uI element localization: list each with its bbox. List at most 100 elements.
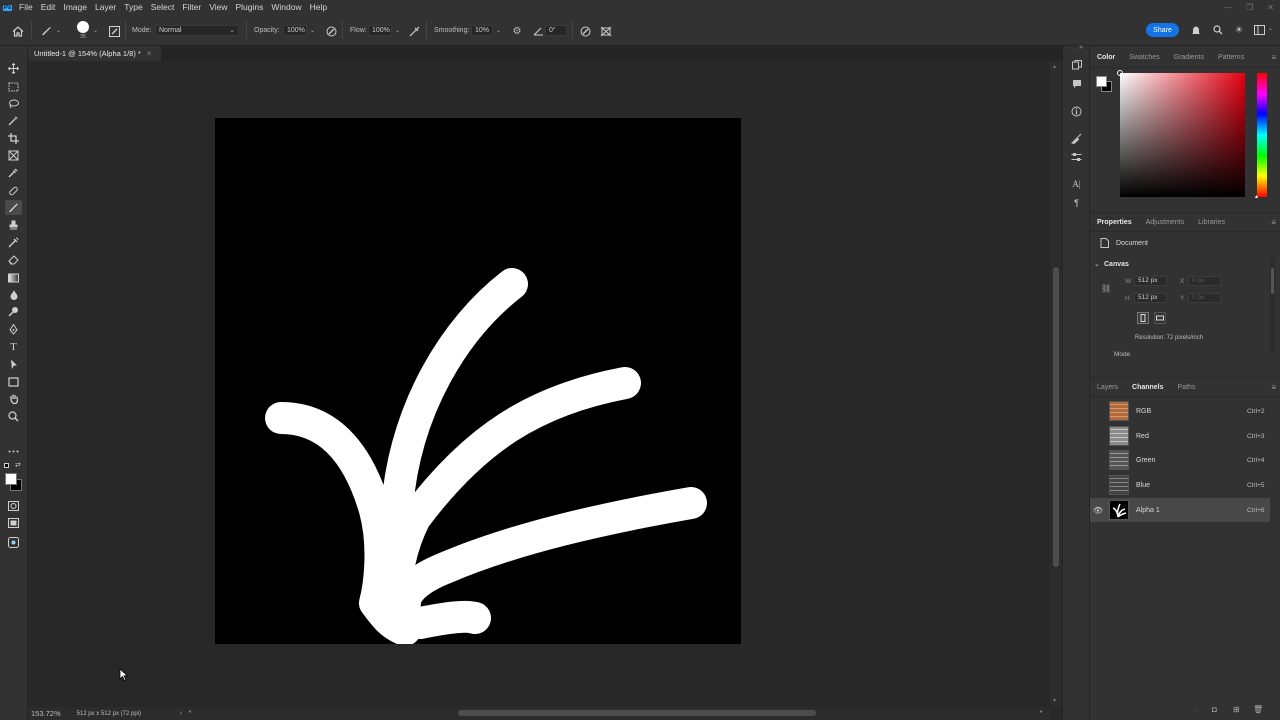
default-colors-icon[interactable] [4,463,9,468]
channel-row-rgb[interactable]: RGB Ctrl+2 [1090,399,1270,423]
new-channel-icon[interactable]: ⊞ [1233,705,1240,714]
quick-mask-icon[interactable] [5,498,22,513]
chevron-down-icon[interactable]: ⌄ [496,27,501,34]
lasso-tool-icon[interactable] [5,96,22,111]
hand-tool-icon[interactable] [5,391,22,406]
symmetry-icon[interactable] [599,24,613,38]
swap-colors-icon[interactable]: ⇄ [15,461,21,469]
menu-file[interactable]: File [15,0,37,15]
eyedropper-icon[interactable] [5,165,22,180]
brush-angle-icon[interactable] [531,24,545,38]
frame-tool-icon[interactable] [5,148,22,163]
clone-stamp-icon[interactable] [5,218,22,233]
width-input[interactable]: 512 px [1134,276,1167,286]
eraser-icon[interactable] [5,252,22,267]
tab-libraries[interactable]: Libraries [1191,219,1232,226]
vertical-scrollbar[interactable]: ▴ ▾ [1050,61,1062,707]
close-tab-icon[interactable]: × [147,49,152,58]
landscape-orientation-icon[interactable] [1154,312,1166,324]
menu-layer[interactable]: Layer [91,0,120,15]
hue-slider[interactable]: ▴ [1255,73,1267,200]
healing-brush-icon[interactable] [5,183,22,198]
menu-image[interactable]: Image [59,0,91,15]
pen-tool-icon[interactable] [5,322,22,337]
vertical-scroll-thumb[interactable] [1053,267,1059,567]
channel-row-alpha-1[interactable]: 👁 Alpha 1 Ctrl+6 [1090,498,1270,522]
menu-window[interactable]: Window [267,0,305,15]
maximize-icon[interactable]: ❐ [1246,0,1253,15]
eye-icon[interactable]: 👁 [1090,506,1106,515]
document-tab[interactable]: Untitled-1 @ 154% (Alpha 1/8) * × [28,46,161,61]
properties-scroll-thumb[interactable] [1271,268,1274,294]
chevron-down-icon[interactable]: ⌄ [56,27,61,34]
pressure-opacity-icon[interactable] [324,24,338,38]
tab-color[interactable]: Color [1090,54,1122,61]
tab-swatches[interactable]: Swatches [1122,54,1166,61]
history-brush-icon[interactable] [5,235,22,250]
menu-edit[interactable]: Edit [37,0,60,15]
chevron-down-icon[interactable]: ⌄ [310,27,315,34]
scroll-down-icon[interactable]: ▾ [1053,697,1056,704]
search-icon[interactable] [1211,23,1225,37]
properties-scrollbar[interactable] [1270,258,1275,353]
paragraph-panel-icon[interactable]: ¶ [1069,196,1084,210]
save-selection-icon[interactable]: ◘ [1212,705,1217,714]
workspace-icon[interactable] [1252,23,1266,37]
screen-mode-icon[interactable] [5,515,22,530]
menu-help[interactable]: Help [306,0,331,15]
channel-row-blue[interactable]: Blue Ctrl+5 [1090,473,1270,497]
tab-gradients[interactable]: Gradients [1167,54,1211,61]
path-selection-icon[interactable] [5,357,22,372]
airbrush-icon[interactable] [408,24,422,38]
hue-slider-handle[interactable]: ▴ [1255,193,1258,200]
adjustments-sliders-icon[interactable] [1069,150,1084,164]
bell-icon[interactable] [1189,23,1203,37]
scroll-left-icon[interactable]: ◂ [188,708,191,715]
tab-layers[interactable]: Layers [1090,384,1125,391]
magic-wand-icon[interactable] [5,113,22,128]
dodge-tool-icon[interactable] [5,304,22,319]
brush-preset-icon[interactable] [38,24,54,38]
tab-paths[interactable]: Paths [1171,384,1203,391]
chevron-down-icon[interactable]: ⌄ [395,27,400,34]
menu-select[interactable]: Select [147,0,179,15]
opacity-input[interactable]: 100% [283,25,307,36]
scroll-up-icon[interactable]: ▴ [1053,63,1056,70]
status-menu-chevron-icon[interactable]: › [180,710,182,717]
zoom-level[interactable]: 153.72% [31,709,61,718]
marquee-tool-icon[interactable] [5,79,22,94]
brush-settings-icon[interactable] [107,24,121,38]
chevron-down-icon[interactable]: ⌄ [93,27,98,34]
color-picker-handle[interactable] [1117,70,1123,76]
foreground-color-swatch[interactable] [5,473,17,485]
tab-properties[interactable]: Properties [1090,219,1139,226]
color-foreground-swatch[interactable] [1096,76,1107,87]
comments-icon[interactable] [1069,77,1084,91]
link-icon[interactable]: ⛓ [1101,284,1111,293]
tab-channels[interactable]: Channels [1125,384,1171,391]
angle-input[interactable]: 0° [545,25,567,36]
gear-icon[interactable]: ⚙ [510,24,524,38]
panel-menu-icon[interactable]: ≡ [1271,383,1276,392]
rectangle-tool-icon[interactable] [5,374,22,389]
x-input[interactable]: 0 px [1188,276,1221,286]
brush-size-preview-icon[interactable] [77,21,89,33]
type-tool-icon[interactable]: T [5,339,22,354]
edit-toolbar-icon[interactable] [5,535,22,550]
pressure-size-icon[interactable] [578,24,592,38]
chevron-down-icon[interactable]: ⌄ [1094,260,1100,268]
scroll-right-icon[interactable]: ▸ [1040,708,1043,715]
document-canvas[interactable] [215,118,741,646]
history-icon[interactable] [1069,58,1084,72]
menu-plugins[interactable]: Plugins [231,0,267,15]
tab-adjustments[interactable]: Adjustments [1139,219,1192,226]
chevron-down-icon[interactable]: ⌄ [1268,25,1273,32]
y-input[interactable]: 0 px [1188,293,1221,303]
zoom-tool-icon[interactable] [5,409,22,424]
close-window-icon[interactable]: ✕ [1267,0,1274,15]
delete-channel-icon[interactable]: 🗑 [1253,705,1263,714]
menu-filter[interactable]: Filter [178,0,205,15]
height-input[interactable]: 512 px [1134,293,1167,303]
mode-select[interactable]: Normal ⌄ [155,25,239,36]
character-panel-icon[interactable]: A| [1069,177,1084,191]
